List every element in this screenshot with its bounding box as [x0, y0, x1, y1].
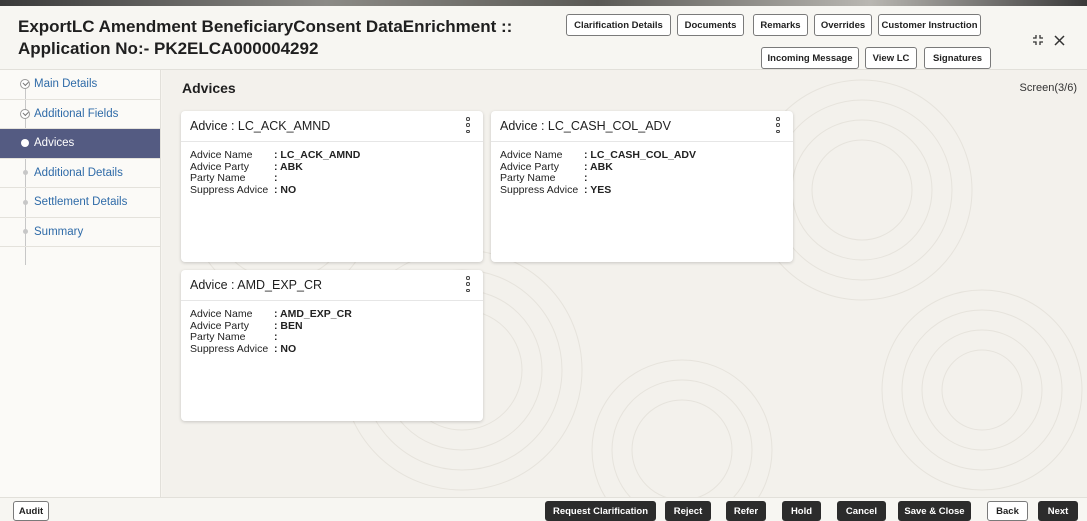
sidebar-item-label: Main Details	[34, 78, 98, 91]
incoming-message-button[interactable]: Incoming Message	[761, 47, 859, 69]
sidebar-item-label: Summary	[34, 225, 84, 238]
refer-button[interactable]: Refer	[726, 501, 766, 521]
advice-name-label: Advice Name	[190, 308, 253, 320]
advice-card-title: Advice : AMD_EXP_CR	[190, 278, 322, 292]
suppress-advice-label: Suppress Advice	[190, 342, 269, 355]
advice-card: Advice : LC_ACK_AMND Advice Name : LC_ACK…	[181, 111, 483, 262]
reject-button[interactable]: Reject	[665, 501, 711, 521]
more-options-icon[interactable]	[465, 117, 471, 133]
advice-card: Advice : LC_CASH_COL_ADV Advice Name : LC…	[491, 111, 793, 262]
title-line-1: ExportLC Amendment BeneficiaryConsent Da…	[18, 17, 513, 36]
sidebar-item-label: Advices	[34, 137, 75, 150]
sidebar-item-label: Settlement Details	[34, 196, 128, 209]
advice-party-value: : BEN	[274, 319, 303, 332]
sidebar: Main Details Additional Fields Advices A…	[0, 70, 161, 497]
more-options-icon[interactable]	[775, 117, 781, 133]
sidebar-item-advices[interactable]: Advices	[0, 129, 160, 159]
advice-name-value: : AMD_EXP_CR	[274, 308, 352, 320]
advice-card-title: Advice : LC_CASH_COL_ADV	[500, 119, 671, 133]
advice-name-value: : LC_ACK_AMND	[274, 149, 361, 161]
party-name-value: :	[274, 172, 278, 184]
documents-button[interactable]: Documents	[677, 14, 744, 36]
advice-party-value: : ABK	[274, 160, 303, 173]
check-circle-icon	[20, 108, 30, 119]
title-line-2: Application No:- PK2ELCA000004292	[18, 39, 319, 58]
sidebar-item-main-details[interactable]: Main Details	[0, 70, 160, 100]
remarks-button[interactable]: Remarks	[753, 14, 808, 36]
advice-card: Advice : AMD_EXP_CR Advice Name : AMD_EXP…	[181, 270, 483, 421]
header: ExportLC Amendment BeneficiaryConsent Da…	[0, 6, 1087, 70]
sidebar-item-summary[interactable]: Summary	[0, 218, 160, 247]
screen-count: Screen(3/6)	[1019, 82, 1077, 94]
overrides-button[interactable]: Overrides	[814, 14, 872, 36]
minimize-collapse-icon[interactable]	[1032, 34, 1044, 46]
suppress-advice-value: : YES	[584, 183, 612, 196]
party-name-label: Party Name	[190, 172, 246, 184]
sidebar-item-settlement-details[interactable]: Settlement Details	[0, 188, 160, 218]
back-button[interactable]: Back	[987, 501, 1028, 521]
suppress-advice-label: Suppress Advice	[190, 183, 269, 196]
close-icon[interactable]	[1054, 34, 1065, 46]
party-name-label: Party Name	[190, 331, 246, 343]
party-name-value: :	[584, 172, 588, 184]
party-name-label: Party Name	[500, 172, 556, 184]
advice-card-title: Advice : LC_ACK_AMND	[190, 119, 331, 133]
save-close-button[interactable]: Save & Close	[898, 501, 971, 521]
request-clarification-button[interactable]: Request Clarification	[545, 501, 656, 521]
advice-party-value: : ABK	[584, 160, 613, 173]
sidebar-item-additional-fields[interactable]: Additional Fields	[0, 100, 160, 129]
pending-step-icon	[23, 170, 28, 176]
pending-step-icon	[23, 229, 28, 235]
signatures-button[interactable]: Signatures	[924, 47, 991, 69]
page-title: ExportLC Amendment BeneficiaryConsent Da…	[18, 16, 512, 60]
cancel-button[interactable]: Cancel	[837, 501, 886, 521]
footer-action-bar: Audit Request Clarification Reject Refer…	[0, 497, 1087, 521]
sidebar-item-additional-details[interactable]: Additional Details	[0, 159, 160, 188]
pending-step-icon	[23, 199, 28, 205]
audit-button[interactable]: Audit	[13, 501, 49, 521]
party-name-value: :	[274, 331, 278, 343]
more-options-icon[interactable]	[465, 276, 471, 292]
advice-name-value: : LC_CASH_COL_ADV	[584, 149, 697, 161]
sidebar-item-label: Additional Details	[34, 166, 123, 179]
section-title: Advices	[182, 80, 236, 96]
main-content: Advices Screen(3/6) Advice : LC_ACK_AMND…	[162, 70, 1087, 497]
customer-instruction-button[interactable]: Customer Instruction	[878, 14, 981, 36]
check-circle-icon	[20, 79, 30, 90]
clarification-details-button[interactable]: Clarification Details	[566, 14, 671, 36]
hold-button[interactable]: Hold	[782, 501, 821, 521]
suppress-advice-label: Suppress Advice	[500, 183, 579, 196]
advice-name-label: Advice Name	[190, 149, 253, 161]
active-step-icon	[21, 139, 29, 148]
advice-name-label: Advice Name	[500, 149, 563, 161]
suppress-advice-value: : NO	[274, 183, 297, 196]
sidebar-item-label: Additional Fields	[34, 107, 119, 120]
next-button[interactable]: Next	[1038, 501, 1078, 521]
suppress-advice-value: : NO	[274, 342, 297, 355]
view-lc-button[interactable]: View LC	[865, 47, 917, 69]
